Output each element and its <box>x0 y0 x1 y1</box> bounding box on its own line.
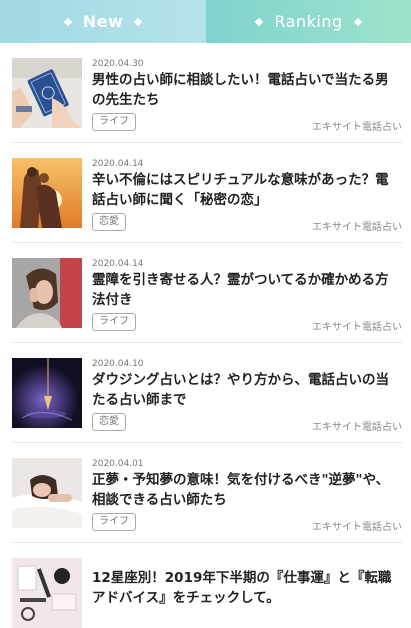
category-tag[interactable]: ライフ <box>92 113 136 131</box>
diamond-icon <box>255 17 264 26</box>
article-title[interactable]: 男性の占い師に相談したい！電話占いで当たる男の先生たち <box>92 70 402 110</box>
tab-new[interactable]: New <box>0 0 206 43</box>
article-title[interactable]: 正夢・予知夢の意味！気を付けるべき"逆夢"や、相談できる占い師たち <box>92 470 402 510</box>
category-tag[interactable]: ライフ <box>92 513 136 531</box>
diamond-icon <box>63 17 72 26</box>
article-item[interactable]: 2020.04.14 霊障を引き寄せる人？霊がついてるか確かめる方法付き ライフ… <box>12 243 402 343</box>
diamond-icon <box>353 17 362 26</box>
article-date: 2020.04.10 <box>92 359 144 369</box>
article-title[interactable]: 辛い不倫にはスピリチュアルな意味があった？電話占い師に聞く「秘密の恋」 <box>92 170 402 210</box>
article-item[interactable]: 2020.04.01 正夢・予知夢の意味！気を付けるべき"逆夢"や、相談できる占… <box>12 443 402 543</box>
article-source: エキサイト電話占い <box>312 522 402 533</box>
article-title[interactable]: ダウジング占いとは？やり方から、電話占いの当たる占い師まで <box>92 370 402 410</box>
sleeping-woman-image[interactable] <box>12 458 82 528</box>
article-source: エキサイト電話占い <box>312 222 402 233</box>
tab-bar: New Ranking <box>0 0 411 43</box>
category-tag[interactable]: 恋愛 <box>92 413 126 431</box>
article-title[interactable]: 霊障を引き寄せる人？霊がついてるか確かめる方法付き <box>92 270 402 310</box>
article-source: エキサイト電話占い <box>312 322 402 333</box>
article-date: 2020.04.30 <box>92 59 144 69</box>
couple-sunset-image[interactable] <box>12 158 82 228</box>
tab-ranking[interactable]: Ranking <box>206 0 411 43</box>
article-source: エキサイト電話占い <box>312 122 402 133</box>
article-title[interactable]: 12星座別！2019年下半期の『仕事運』と『転職アドバイス』をチェックして。 <box>92 568 402 608</box>
category-tag[interactable]: 恋愛 <box>92 213 126 231</box>
woman-headache-image[interactable] <box>12 258 82 328</box>
tab-new-label: New <box>82 12 124 31</box>
pendulum-image[interactable] <box>12 358 82 428</box>
tarot-cards-image[interactable] <box>12 58 82 128</box>
category-tag[interactable]: ライフ <box>92 313 136 331</box>
tab-ranking-label: Ranking <box>274 12 343 31</box>
diamond-icon <box>134 17 143 26</box>
article-item[interactable]: 2020.04.14 辛い不倫にはスピリチュアルな意味があった？電話占い師に聞く… <box>12 143 402 243</box>
article-date: 2020.04.01 <box>92 459 144 469</box>
article-item[interactable]: 2020.04.10 ダウジング占いとは？やり方から、電話占いの当たる占い師まで… <box>12 343 402 443</box>
article-date: 2020.04.14 <box>92 159 144 169</box>
article-source: エキサイト電話占い <box>312 422 402 433</box>
article-item[interactable]: 12星座別！2019年下半期の『仕事運』と『転職アドバイス』をチェックして。 <box>12 543 402 628</box>
article-item[interactable]: 2020.04.30 男性の占い師に相談したい！電話占いで当たる男の先生たち ラ… <box>12 43 402 143</box>
article-list: 2020.04.30 男性の占い師に相談したい！電話占いで当たる男の先生たち ラ… <box>12 43 402 628</box>
desk-items-image[interactable] <box>12 558 82 628</box>
article-date: 2020.04.14 <box>92 259 144 269</box>
